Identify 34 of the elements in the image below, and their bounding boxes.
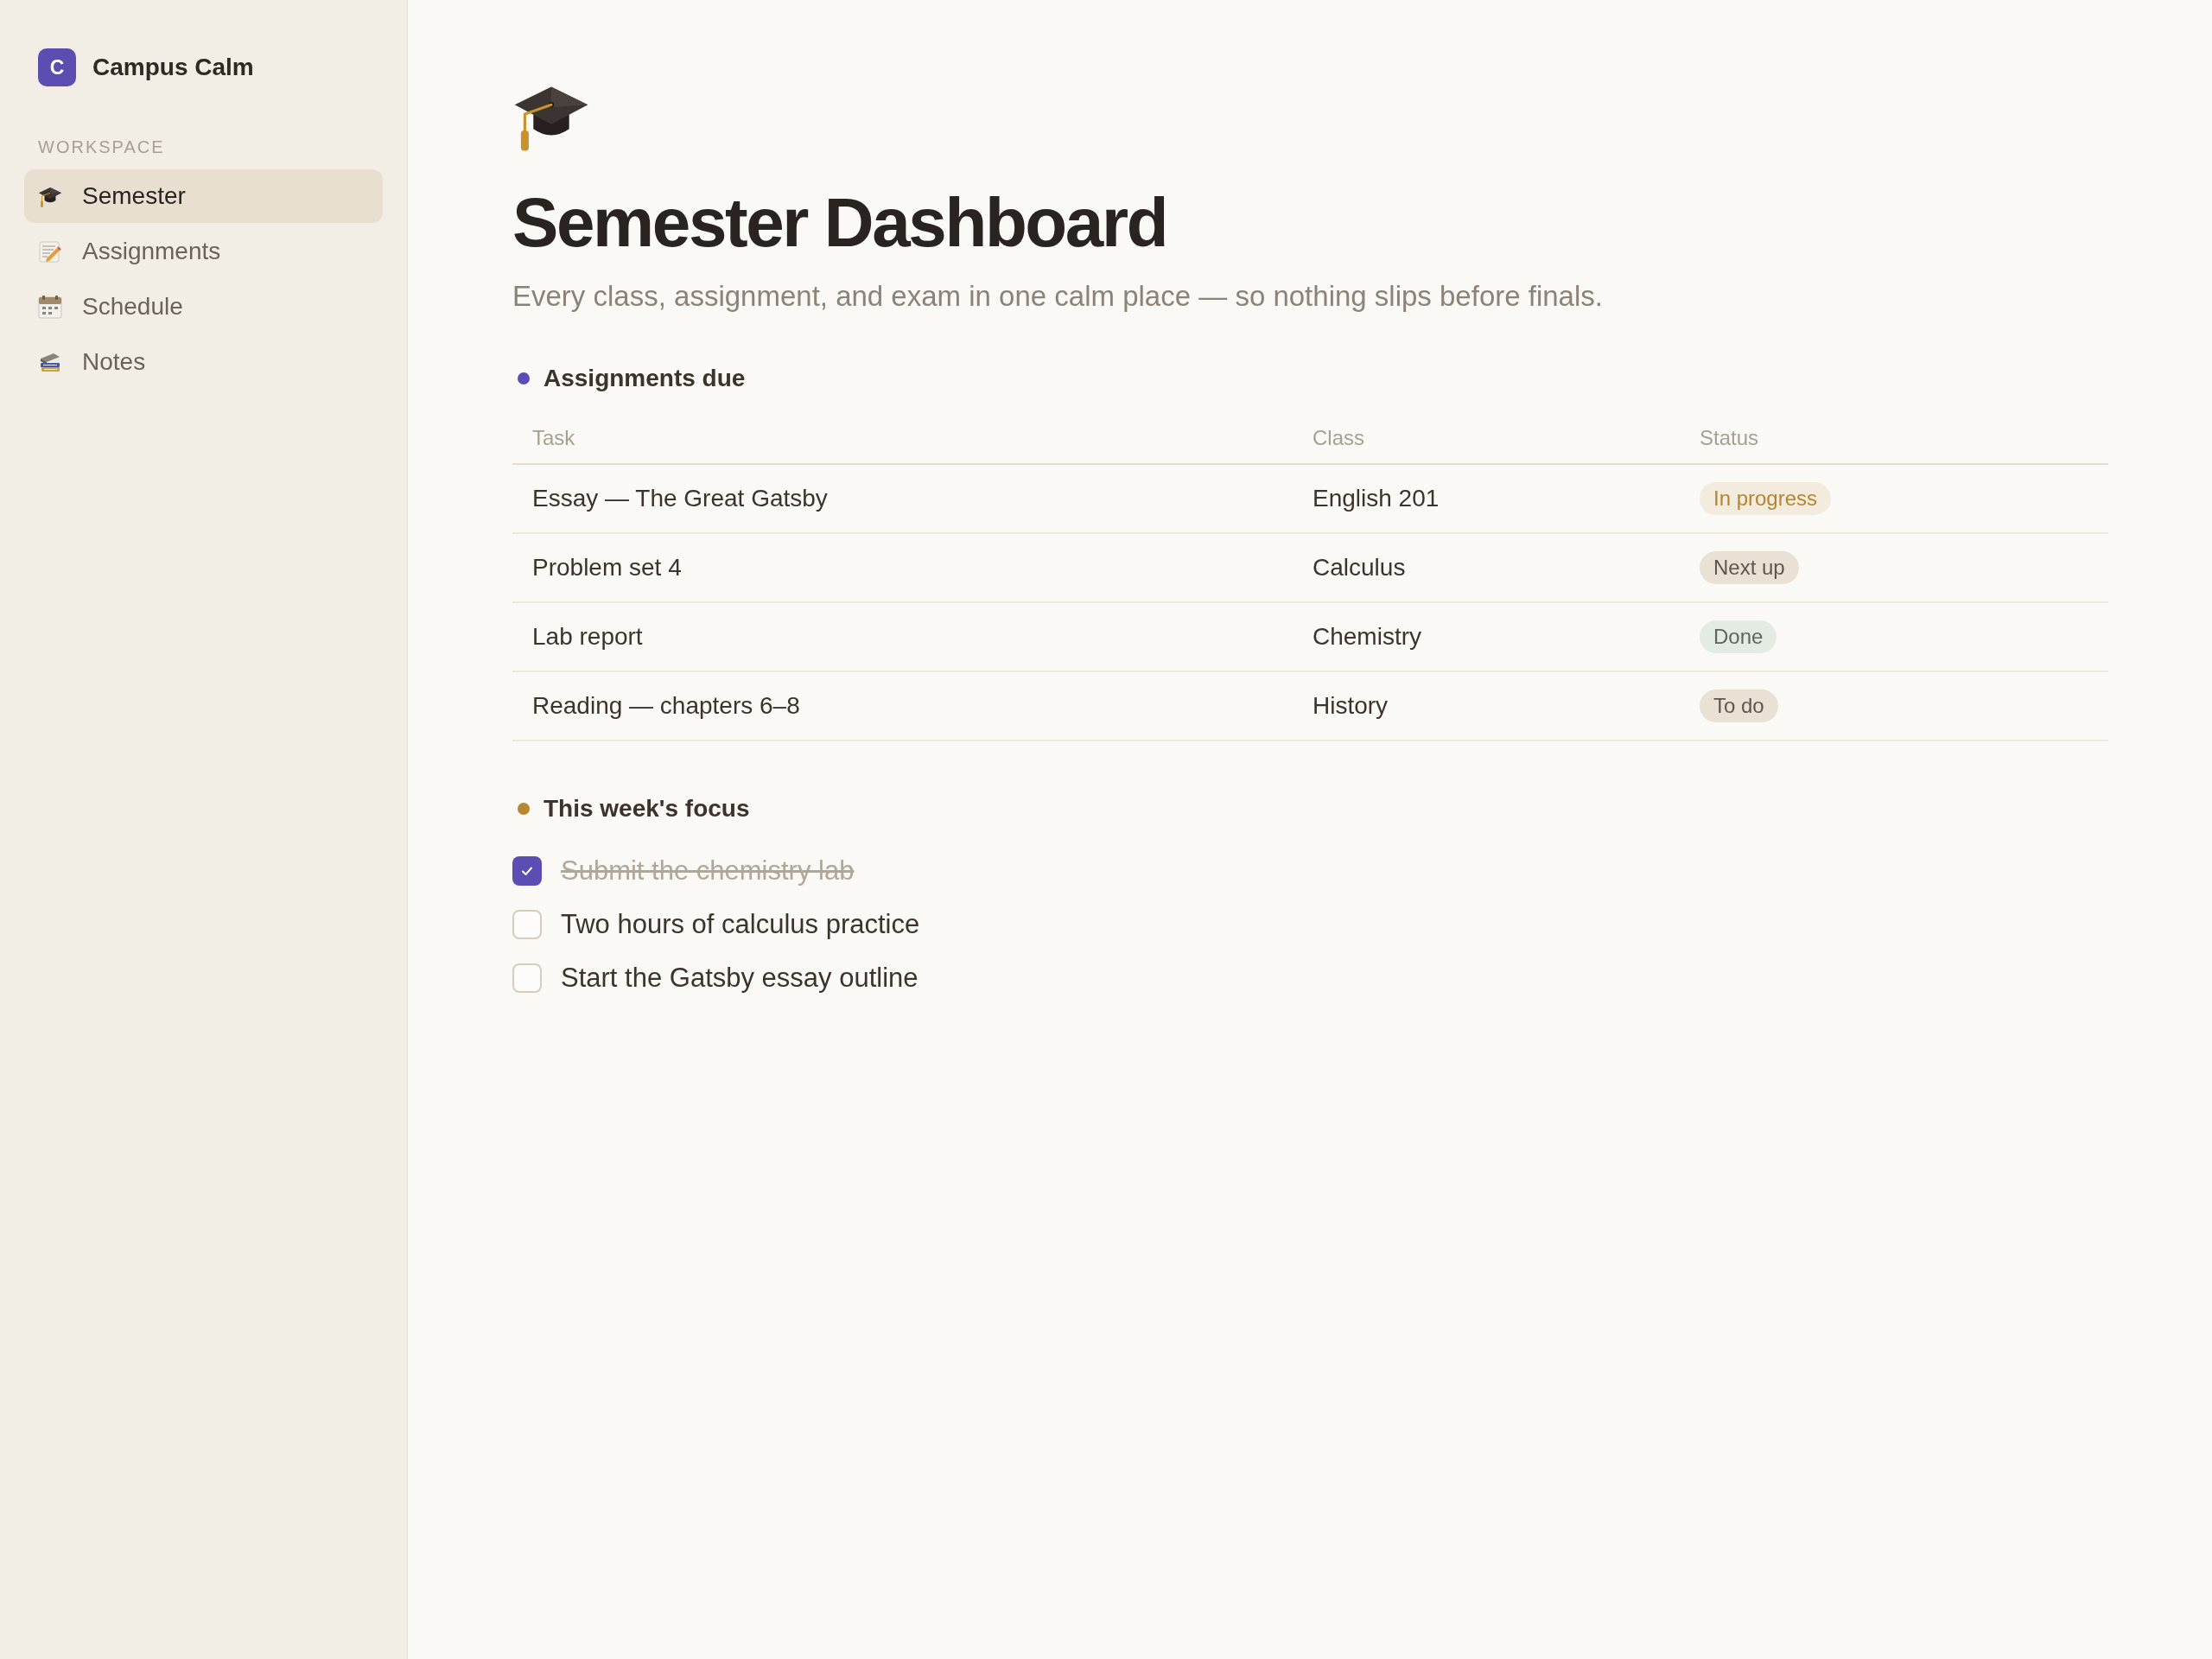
column-header: Status — [1700, 426, 1759, 449]
checkbox[interactable] — [512, 856, 542, 886]
checkbox[interactable] — [512, 910, 542, 939]
status-badge: In progress — [1700, 482, 1832, 515]
class-name: Calculus — [1313, 554, 1406, 581]
sidebar-item[interactable]: Assignments — [24, 225, 383, 278]
memo-pencil-icon — [38, 239, 62, 264]
class-name: Chemistry — [1313, 623, 1421, 650]
page-subtitle: Every class, assignment, and exam in one calm place — so nothing slips before finals. — [512, 279, 1603, 314]
column-header: Class — [1313, 426, 1364, 449]
class-name: English 201 — [1313, 485, 1440, 512]
task-name: Problem set 4 — [532, 554, 682, 581]
sidebar-item[interactable]: Notes — [24, 335, 383, 389]
app-name: Campus Calm — [92, 53, 254, 82]
status-badge: To do — [1700, 690, 1778, 722]
class-name: History — [1313, 692, 1389, 719]
column-header: Task — [532, 426, 575, 449]
calendar-icon — [38, 295, 62, 319]
checklist-text: Two hours of calculus practice — [561, 907, 920, 941]
sidebar-item[interactable]: Semester — [24, 169, 383, 223]
section-heading: Assignments due — [543, 364, 746, 393]
status-badge: Next up — [1700, 551, 1799, 584]
task-name: Lab report — [532, 623, 643, 650]
logo-tile: C — [38, 48, 76, 86]
task-name: Reading — chapters 6–8 — [532, 692, 800, 719]
checklist-text: Submit the chemistry lab — [561, 854, 855, 887]
status-badge: Done — [1700, 620, 1777, 653]
checkbox[interactable] — [512, 963, 542, 993]
section-label: WORKSPACE — [38, 137, 165, 156]
checklist-text: Start the Gatsby essay outline — [561, 961, 918, 995]
sidebar-item[interactable]: Schedule — [24, 280, 383, 334]
page-title: Semester Dashboard — [512, 185, 1167, 261]
task-name: Essay — The Great Gatsby — [532, 485, 828, 512]
section-heading: This week's focus — [543, 794, 750, 823]
